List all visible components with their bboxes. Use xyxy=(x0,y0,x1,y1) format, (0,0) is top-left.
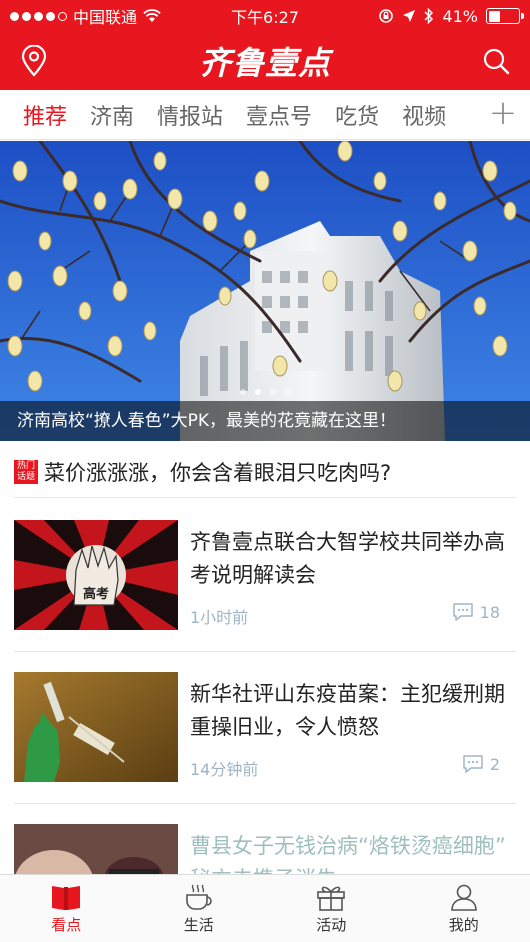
battery-level xyxy=(488,10,501,22)
comment-icon xyxy=(452,603,473,621)
tab-recommend[interactable]: 推荐 xyxy=(23,99,67,131)
hot-topic-badge: 热门 话题 xyxy=(14,459,38,484)
tab-jinan[interactable]: 济南 xyxy=(90,99,134,131)
add-channel-button[interactable]: + xyxy=(486,96,520,132)
location-arrow-icon xyxy=(403,10,416,22)
bottom-tab-bar: 看点 生活 活动 我的 xyxy=(0,874,530,942)
bottom-tab-label: 活动 xyxy=(316,916,347,934)
hero-image xyxy=(0,141,530,441)
coffee-icon xyxy=(185,884,212,910)
carousel-dot-active xyxy=(254,389,261,395)
hot-topic-title: 菜价涨涨涨，你会含着眼泪只吃肉吗? xyxy=(44,460,392,485)
status-bar: 中国联通 下午6:27 41% xyxy=(0,0,530,32)
search-button[interactable] xyxy=(479,44,513,78)
signal-icon xyxy=(10,11,67,21)
gift-icon xyxy=(317,886,346,911)
hot-badge-line1: 热门 xyxy=(16,460,35,471)
search-icon xyxy=(483,48,510,75)
hero-banner[interactable]: 济南高校“撩人春色”大PK，最美的花竟藏在这里！ xyxy=(0,141,530,441)
carousel-dot xyxy=(269,389,276,395)
rotation-lock-icon xyxy=(379,9,394,23)
battery-icon xyxy=(486,8,524,24)
wifi-icon xyxy=(143,9,161,22)
bottom-tab-kandian[interactable]: 看点 xyxy=(0,875,133,942)
book-icon xyxy=(52,886,81,910)
news-time: 1小时前 xyxy=(190,608,249,627)
comment-icon xyxy=(463,755,483,773)
header-bar: 齐鲁壹点 xyxy=(0,32,530,90)
bottom-tab-label: 生活 xyxy=(183,916,214,934)
thumb-text: 高考 xyxy=(83,586,109,602)
news-title: 新华社评山东疫苗案：主犯缓刑期重操旧业，令人愤怒 xyxy=(190,682,505,739)
channel-tabs: 推荐 济南 情报站 壹点号 吃货 视频 + xyxy=(0,90,530,140)
status-right: 41% xyxy=(378,6,524,26)
hero-caption: 济南高校“撩人春色”大PK，最美的花竟藏在这里！ xyxy=(0,401,530,441)
tab-yidian-account[interactable]: 壹点号 xyxy=(246,99,312,131)
app-logo: 齐鲁壹点 xyxy=(198,44,331,82)
bottom-tab-life[interactable]: 生活 xyxy=(133,875,266,942)
news-title: 齐鲁壹点联合大智学校共同举办高考说明解读会 xyxy=(190,530,505,587)
tab-foodie[interactable]: 吃货 xyxy=(335,99,379,131)
news-thumbnail xyxy=(14,672,178,782)
comment-count-group: 18 xyxy=(452,602,500,622)
bottom-tab-mine[interactable]: 我的 xyxy=(398,875,530,942)
user-icon xyxy=(450,884,477,911)
bottom-tab-label: 看点 xyxy=(51,916,82,934)
location-button[interactable] xyxy=(17,44,51,78)
carousel-indicator xyxy=(0,389,530,395)
news-time: 14分钟前 xyxy=(190,760,259,779)
news-thumbnail: 高考 xyxy=(14,520,178,630)
tab-intel-station[interactable]: 情报站 xyxy=(157,99,223,131)
comment-count-group: 2 xyxy=(462,754,500,774)
carrier-group: 中国联通 xyxy=(10,4,161,28)
tab-video[interactable]: 视频 xyxy=(402,99,446,131)
carrier-label: 中国联通 xyxy=(73,8,138,27)
bottom-tab-label: 我的 xyxy=(448,916,479,934)
comment-count: 18 xyxy=(479,602,500,622)
app-screen: 中国联通 下午6:27 41% 齐鲁壹点 推荐 济南 情报站 壹点号 吃货 视频… xyxy=(0,0,530,942)
carousel-dot xyxy=(284,389,291,395)
location-icon xyxy=(21,45,47,77)
carousel-dot xyxy=(239,389,246,395)
battery-percent: 41% xyxy=(442,6,478,26)
comment-count: 2 xyxy=(489,754,500,774)
bottom-tab-activity[interactable]: 活动 xyxy=(265,875,398,942)
hot-badge-line2: 话题 xyxy=(16,471,35,482)
news-item[interactable]: 新华社评山东疫苗案：主犯缓刑期重操旧业，令人愤怒 14分钟前 2 xyxy=(14,652,516,804)
bluetooth-icon xyxy=(424,8,434,24)
hot-topic-row[interactable]: 热门 话题 菜价涨涨涨，你会含着眼泪只吃肉吗? xyxy=(14,446,516,498)
news-item[interactable]: 高考 齐鲁壹点联合大智学校共同举办高考说明解读会 1小时前 18 xyxy=(14,500,516,652)
